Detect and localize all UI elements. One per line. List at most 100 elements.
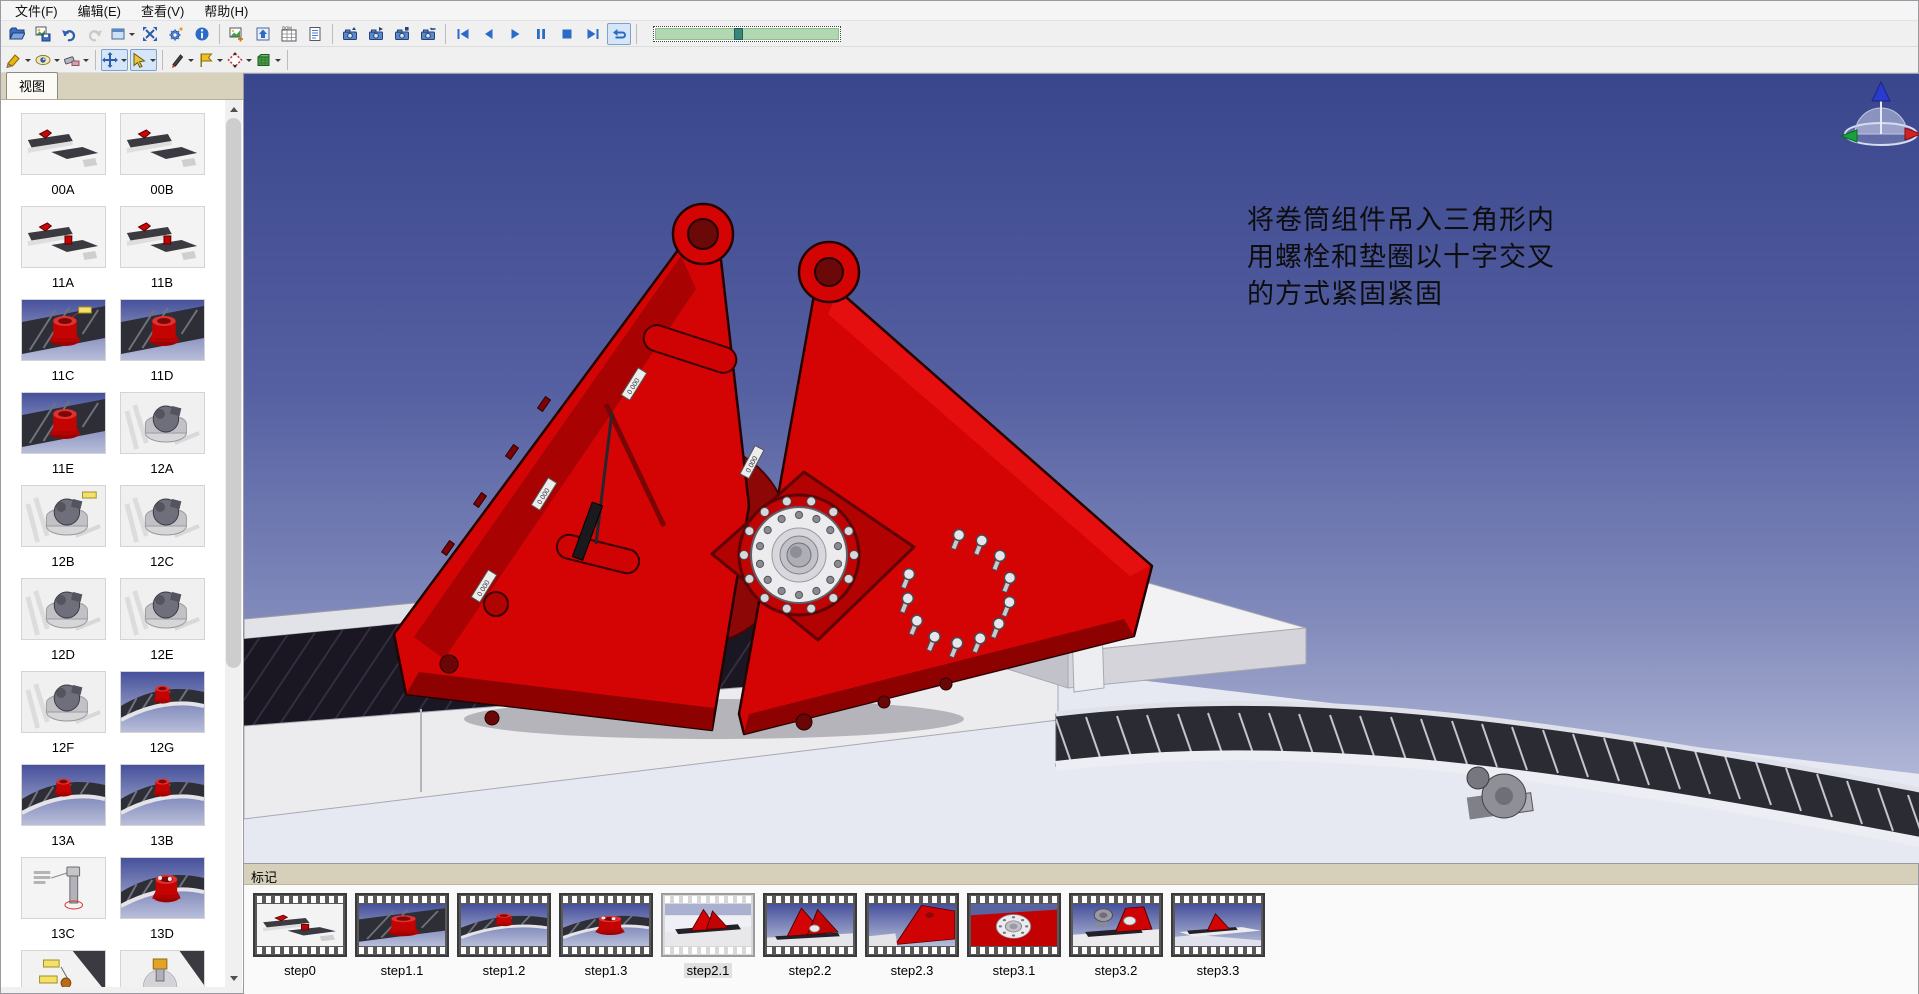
toolbar-separator <box>332 24 333 44</box>
view-thumbnail-12C[interactable]: 12C <box>120 485 205 578</box>
step-thumbnail-step1.1[interactable]: step1.1 <box>355 893 449 994</box>
view-thumbnail-12B[interactable]: 12B <box>21 485 106 578</box>
film-sprockets <box>359 896 445 903</box>
bom-table-button[interactable]: BOM <box>277 23 301 45</box>
view-thumbnail-12F[interactable]: 12F <box>21 671 106 764</box>
fit-view-button[interactable] <box>138 23 162 45</box>
step-thumbnail-step3.1[interactable]: step3.1 <box>967 893 1061 994</box>
skip-start-button[interactable] <box>451 23 475 45</box>
sidebar-scrollbar[interactable] <box>225 100 242 987</box>
publish-button[interactable] <box>251 23 275 45</box>
open-document-button[interactable] <box>5 23 29 45</box>
measure-path-button[interactable] <box>226 49 253 71</box>
viewport-3d[interactable]: 0 0000 0000 0000 000 将卷筒组件吊入三角形内 用螺栓和垫圈以… <box>244 73 1919 863</box>
camera-record-icon <box>394 26 410 42</box>
menu-item-1[interactable]: 编辑(E) <box>68 0 131 23</box>
scroll-up-icon[interactable] <box>225 100 242 117</box>
visibility-eye-button[interactable] <box>34 49 61 71</box>
window-mode-button[interactable] <box>109 23 136 45</box>
step-thumbnail-step2.3[interactable]: step2.3 <box>865 893 959 994</box>
toolbar-separator <box>219 24 220 44</box>
camera-keyframe-button[interactable] <box>338 23 362 45</box>
view-thumbnail-13B[interactable]: 13B <box>120 764 205 857</box>
view-thumbnail-13C[interactable]: 13C <box>21 857 106 950</box>
settings-gear-button[interactable] <box>164 23 188 45</box>
step-thumbnail-label: step2.1 <box>661 963 755 978</box>
report-document-button[interactable] <box>303 23 327 45</box>
menu-item-3[interactable]: 帮助(H) <box>194 0 258 23</box>
viewport-3d-scene[interactable]: 0 0000 0000 0000 000 <box>244 74 1919 863</box>
filmstrip-frame <box>1069 893 1163 957</box>
step-thumbnail-step2.2[interactable]: step2.2 <box>763 893 857 994</box>
view-thumbnail[interactable] <box>120 950 205 987</box>
step-thumbnail-image <box>869 904 955 946</box>
step-thumbnail-step1.3[interactable]: step1.3 <box>559 893 653 994</box>
save-picture-button[interactable] <box>31 23 55 45</box>
step-thumbnail-step2.1[interactable]: step2.1 <box>661 893 755 994</box>
step-thumbnail-label: step1.2 <box>457 963 551 978</box>
step-thumbnail-step3.2[interactable]: step3.2 <box>1069 893 1163 994</box>
camera-record-button[interactable] <box>390 23 414 45</box>
film-sprockets <box>767 947 853 954</box>
main-area: 0 0000 0000 0000 000 将卷筒组件吊入三角形内 用螺栓和垫圈以… <box>244 73 1918 993</box>
chevron-down-icon <box>188 59 194 65</box>
paint-tool-button[interactable] <box>5 49 32 71</box>
stop-button[interactable] <box>555 23 579 45</box>
step-back-button[interactable] <box>477 23 501 45</box>
step-thumbnail-image <box>257 904 343 946</box>
filmstrip-frame <box>1171 893 1265 957</box>
playback-progress-handle[interactable] <box>734 28 743 40</box>
play-button[interactable] <box>503 23 527 45</box>
info-button[interactable] <box>190 23 214 45</box>
redo-button[interactable] <box>83 23 107 45</box>
step-back-icon <box>481 26 497 42</box>
toolbar-main-buttons: BOM <box>4 23 641 45</box>
menu-item-2[interactable]: 查看(V) <box>131 0 194 23</box>
view-thumbnail-12E[interactable]: 12E <box>120 578 205 671</box>
select-arrow-button[interactable] <box>130 49 157 71</box>
loop-button[interactable] <box>607 23 631 45</box>
viewport-3d-canvas[interactable]: 0 0000 0000 0000 000 <box>244 74 1919 863</box>
texture-folder-button[interactable] <box>255 49 282 71</box>
drum-flange[interactable] <box>739 495 859 615</box>
skip-end-button[interactable] <box>581 23 605 45</box>
scrollbar-thumb[interactable] <box>226 118 241 668</box>
camera-stop-button[interactable] <box>416 23 440 45</box>
view-thumbnail-13A[interactable]: 13A <box>21 764 106 857</box>
step-thumbnail-image <box>767 904 853 946</box>
move-tool-button[interactable] <box>101 49 128 71</box>
menu-bar: 文件(F)编辑(E)查看(V)帮助(H) <box>1 1 1918 21</box>
view-thumbnail-11B[interactable]: 11B <box>120 206 205 299</box>
view-thumbnail-12A[interactable]: 12A <box>120 392 205 485</box>
import-picture-button[interactable] <box>225 23 249 45</box>
view-thumbnail-11D[interactable]: 11D <box>120 299 205 392</box>
view-thumbnail-image <box>120 764 205 826</box>
tab-views[interactable]: 视图 <box>6 72 58 99</box>
menu-item-0[interactable]: 文件(F) <box>5 0 68 23</box>
filmstrip-frame <box>253 893 347 957</box>
view-thumbnail-11E[interactable]: 11E <box>21 392 106 485</box>
scroll-down-icon[interactable] <box>225 970 242 987</box>
window-mode-icon <box>110 26 126 42</box>
callout-flag-button[interactable] <box>197 49 224 71</box>
pen-annotation-button[interactable] <box>168 49 195 71</box>
view-thumbnail[interactable] <box>21 950 106 987</box>
step-thumbnail-step3.3[interactable]: step3.3 <box>1171 893 1265 994</box>
view-thumbnail-11C[interactable]: 11C <box>21 299 106 392</box>
pause-button[interactable] <box>529 23 553 45</box>
step-thumbnail-step1.2[interactable]: step1.2 <box>457 893 551 994</box>
view-thumbnail-00A[interactable]: 00A <box>21 113 106 206</box>
undo-button[interactable] <box>57 23 81 45</box>
camera-play-button[interactable] <box>364 23 388 45</box>
view-thumbnail-00B[interactable]: 00B <box>120 113 205 206</box>
sidebar-bottom-edge <box>1 987 243 993</box>
view-thumbnail-13D[interactable]: 13D <box>120 857 205 950</box>
eraser-tool-button[interactable] <box>63 49 90 71</box>
step-thumbnail-step0[interactable]: step0 <box>253 893 347 994</box>
view-thumbnail-12G[interactable]: 12G <box>120 671 205 764</box>
playback-progress-slider[interactable] <box>653 26 841 42</box>
view-thumbnail-11A[interactable]: 11A <box>21 206 106 299</box>
view-thumbnail-12D[interactable]: 12D <box>21 578 106 671</box>
view-thumbnail-image <box>21 485 106 547</box>
step-thumbnail-label: step2.3 <box>865 963 959 978</box>
